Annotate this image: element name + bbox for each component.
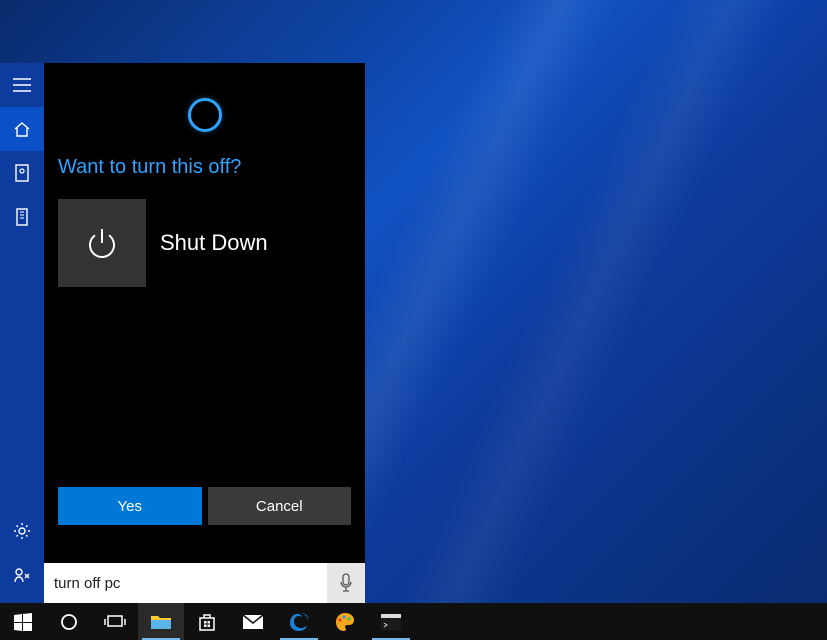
microphone-icon xyxy=(339,573,353,593)
cortana-result[interactable]: Shut Down xyxy=(44,187,365,287)
search-input[interactable] xyxy=(44,563,327,603)
taskbar-paint[interactable] xyxy=(322,603,368,640)
windows-icon xyxy=(14,613,32,631)
file-explorer-icon xyxy=(150,613,172,631)
feedback-icon xyxy=(13,566,31,584)
taskbar-file-explorer[interactable] xyxy=(138,603,184,640)
cortana-main: Want to turn this off? Shut Down Yes Can… xyxy=(44,63,365,603)
taskbar-start[interactable] xyxy=(0,603,46,640)
cortana-ring-icon xyxy=(188,98,222,132)
search-row xyxy=(44,563,365,603)
mail-icon xyxy=(242,614,264,630)
notebook-icon xyxy=(14,164,30,182)
cortana-panel: Want to turn this off? Shut Down Yes Can… xyxy=(0,63,365,603)
rail-menu[interactable] xyxy=(0,63,44,107)
rail-device[interactable] xyxy=(0,195,44,239)
taskbar-task-view[interactable] xyxy=(92,603,138,640)
paint-icon xyxy=(334,611,356,633)
cortana-prompt: Want to turn this off? xyxy=(44,138,365,187)
cmd-icon xyxy=(381,614,401,630)
cortana-circle-icon xyxy=(60,613,78,631)
cortana-rail xyxy=(0,63,44,603)
taskbar xyxy=(0,603,827,640)
home-icon xyxy=(13,120,31,138)
cortana-logo-area xyxy=(44,63,365,138)
taskbar-store[interactable] xyxy=(184,603,230,640)
edge-icon xyxy=(288,611,310,633)
taskbar-mail[interactable] xyxy=(230,603,276,640)
yes-button[interactable]: Yes xyxy=(58,487,202,525)
rail-notebook[interactable] xyxy=(0,151,44,195)
cancel-button[interactable]: Cancel xyxy=(208,487,352,525)
mic-button[interactable] xyxy=(327,563,365,603)
task-view-icon xyxy=(104,614,126,630)
device-icon xyxy=(15,208,29,226)
taskbar-edge[interactable] xyxy=(276,603,322,640)
store-icon xyxy=(197,612,217,632)
power-icon xyxy=(82,223,122,263)
hamburger-icon xyxy=(13,78,31,92)
taskbar-cortana[interactable] xyxy=(46,603,92,640)
cortana-buttons: Yes Cancel xyxy=(58,487,351,525)
result-label: Shut Down xyxy=(160,230,268,256)
rail-feedback[interactable] xyxy=(0,553,44,597)
rail-settings[interactable] xyxy=(0,509,44,553)
gear-icon xyxy=(13,522,31,540)
result-tile xyxy=(58,199,146,287)
rail-home[interactable] xyxy=(0,107,44,151)
taskbar-cmd[interactable] xyxy=(368,603,414,640)
